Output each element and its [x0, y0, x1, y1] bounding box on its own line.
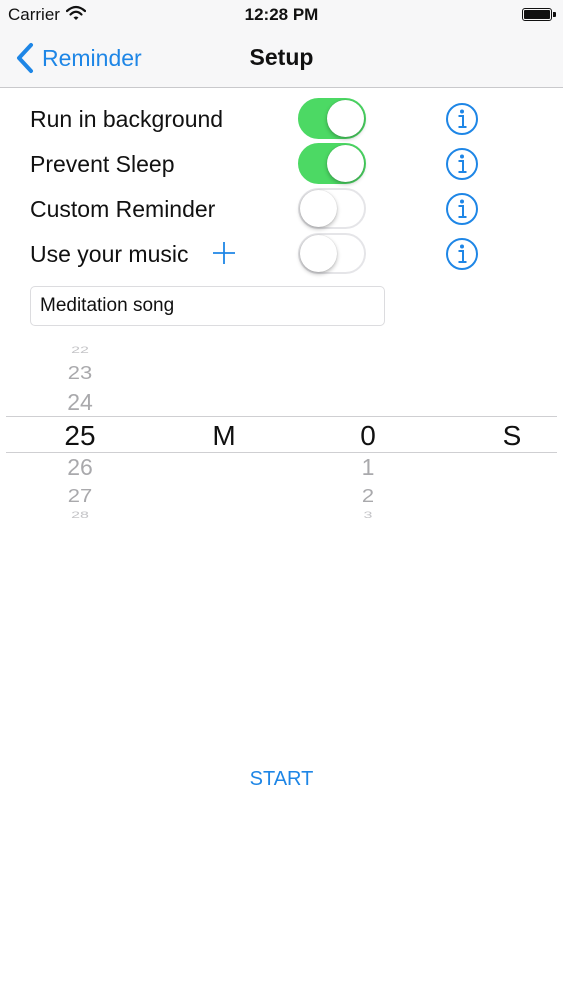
custom-reminder-toggle[interactable] [298, 188, 366, 229]
setting-label: Custom Reminder [30, 196, 216, 222]
battery-icon [522, 8, 556, 21]
page-title: Setup [249, 44, 314, 70]
minutes-picker-item[interactable]: 27 [50, 485, 110, 507]
use-your-music-toggle[interactable] [298, 233, 366, 274]
minutes-picker-item[interactable]: 26 [50, 454, 110, 481]
seconds-picker-item[interactable]: 1 [343, 454, 393, 481]
picker-selection-line-bottom [6, 452, 557, 453]
status-bar: Carrier 12:28 PM [0, 0, 563, 30]
setting-row-custom-reminder: Custom Reminder [0, 188, 563, 232]
minutes-picker-item[interactable]: 28 [50, 511, 110, 521]
minutes-picker-item[interactable]: 22 [50, 346, 110, 356]
song-name-field[interactable] [30, 286, 385, 326]
info-icon[interactable] [445, 102, 479, 136]
setting-label: Run in background [30, 106, 224, 132]
info-icon[interactable] [445, 192, 479, 226]
seconds-picker-item[interactable]: 2 [343, 485, 393, 507]
info-icon[interactable] [445, 237, 479, 271]
setting-row-use-your-music: Use your music [0, 233, 563, 277]
seconds-unit-label: S [502, 420, 522, 451]
info-icon[interactable] [445, 147, 479, 181]
minutes-selected-value[interactable]: 25 [50, 420, 110, 452]
setting-label: Prevent Sleep [30, 151, 175, 177]
setting-row-prevent-sleep: Prevent Sleep [0, 143, 563, 187]
minutes-picker-item[interactable]: 24 [50, 389, 110, 416]
timer-picker[interactable]: 22 23 24 25 26 27 28 M 0 1 2 3 S [0, 338, 563, 528]
setting-label: Use your music [30, 241, 189, 267]
seconds-picker-item[interactable]: 3 [343, 511, 393, 521]
setting-row-run-in-background: Run in background [0, 98, 563, 142]
minutes-unit-label: M [212, 420, 236, 451]
status-time: 12:28 PM [244, 5, 319, 24]
start-button[interactable]: START [0, 768, 563, 791]
run-in-background-toggle[interactable] [298, 98, 366, 139]
minutes-picker-item[interactable]: 23 [50, 362, 110, 384]
seconds-selected-value[interactable]: 0 [343, 420, 393, 452]
plus-icon[interactable] [210, 239, 238, 267]
picker-selection-line-top [6, 416, 557, 417]
prevent-sleep-toggle[interactable] [298, 143, 366, 184]
